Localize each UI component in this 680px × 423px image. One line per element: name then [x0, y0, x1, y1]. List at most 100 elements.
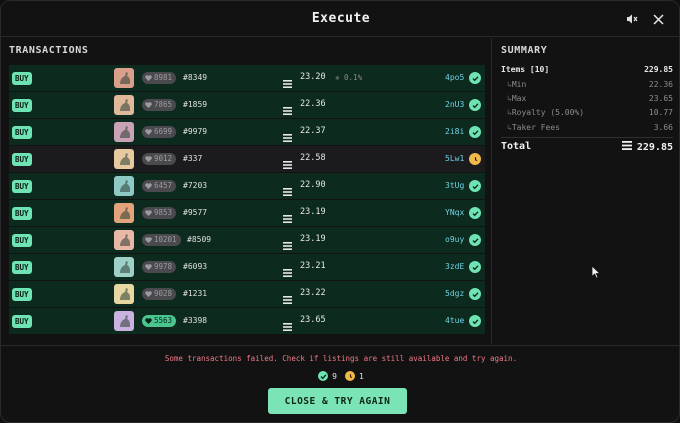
transactions-title: TRANSACTIONS	[9, 45, 89, 56]
close-and-retry-button[interactable]: CLOSE & TRY AGAIN	[268, 388, 407, 414]
modal-footer: Some transactions failed. Check if listi…	[1, 345, 679, 422]
summary-panel: SUMMARY Items [10] 229.85 Min 22.36 Max …	[493, 38, 679, 344]
price-value: 23.65	[300, 315, 326, 325]
summary-title: SUMMARY	[501, 45, 548, 56]
summary-royalty-label: Royalty (5.00%)	[507, 108, 584, 117]
heart-icon	[145, 156, 152, 162]
summary-royalty-row: Royalty (5.00%) 10.77	[501, 108, 673, 117]
price-value: 22.90	[300, 180, 326, 190]
transaction-row: BUY 6457 #7203 22.90 3tUg	[9, 173, 485, 199]
speaker-muted-icon[interactable]	[623, 10, 641, 28]
modal-header: Execute	[1, 1, 679, 37]
summary-items-label: Items [10]	[501, 65, 550, 74]
tx-hash-link[interactable]: 4tue	[445, 316, 464, 325]
summary-max-row: Max 23.65	[501, 94, 673, 103]
nft-thumbnail[interactable]	[114, 257, 134, 277]
token-id: #3398	[183, 316, 208, 325]
token-id: #337	[183, 154, 203, 163]
summary-royalty-value: 10.77	[648, 108, 673, 117]
token-id: #1859	[183, 100, 208, 109]
nft-thumbnail[interactable]	[114, 122, 134, 142]
tx-hash-link[interactable]: 5Lw1	[445, 154, 464, 163]
success-check-icon	[469, 288, 481, 300]
transaction-row: BUY 6699 #9979 22.37 2i8i	[9, 119, 485, 145]
price-value: 23.21	[300, 261, 326, 271]
heart-icon	[145, 291, 152, 297]
summary-taker-value: 3.66	[653, 123, 673, 132]
rarity-rank-badge: 9012	[142, 153, 177, 165]
rarity-rank: 7865	[154, 100, 173, 109]
token-id: #6093	[183, 262, 208, 271]
tx-hash-link[interactable]: o9uy	[445, 235, 464, 244]
execute-modal: Execute TRANSACTIONS BUY 8981 #8349 23.20 ✵ …	[0, 0, 680, 423]
error-message: Some transactions failed. Check if listi…	[164, 354, 518, 363]
transactions-list: BUY 8981 #8349 23.20 ✵ 0.1% 4po5 BUY 7865 #1859 2…	[9, 65, 485, 335]
heart-icon	[145, 129, 152, 135]
tx-hash-link[interactable]: 2i8i	[445, 127, 464, 136]
buy-badge: BUY	[12, 126, 32, 139]
close-icon[interactable]	[649, 10, 667, 28]
token-id: #7203	[183, 181, 208, 190]
summary-items-value: 229.85	[644, 65, 673, 74]
sol-icon	[283, 154, 292, 173]
summary-total-label: Total	[501, 141, 532, 152]
transaction-row: BUY 9012 #337 22.58 5Lw1	[9, 146, 485, 172]
summary-min-value: 22.36	[648, 80, 673, 89]
heart-icon	[145, 264, 152, 270]
success-check-icon	[469, 234, 481, 246]
sol-icon	[283, 262, 292, 281]
tx-hash-link[interactable]: 3zdE	[445, 262, 464, 271]
nft-thumbnail[interactable]	[114, 230, 134, 250]
sol-icon	[283, 127, 292, 146]
nft-thumbnail[interactable]	[114, 284, 134, 304]
summary-taker-row: Taker Fees 3.66	[501, 123, 673, 132]
success-check-icon	[318, 371, 329, 381]
rarity-rank: 9853	[154, 208, 173, 217]
rarity-rank: 8981	[154, 73, 173, 82]
nft-thumbnail[interactable]	[114, 149, 134, 169]
buy-badge: BUY	[12, 180, 32, 193]
fee-badge: ✵ 0.1%	[335, 73, 362, 82]
token-id: #9577	[183, 208, 208, 217]
rarity-rank: 9978	[154, 262, 173, 271]
tx-hash-link[interactable]: 2nU3	[445, 100, 464, 109]
buy-badge: BUY	[12, 234, 32, 247]
pending-clock-icon	[469, 153, 481, 165]
fee-icon: ✵	[335, 73, 345, 82]
transaction-row: BUY 8981 #8349 23.20 ✵ 0.1% 4po5	[9, 65, 485, 91]
rarity-rank-badge: 10201	[142, 234, 181, 246]
summary-items-row: Items [10] 229.85	[501, 65, 673, 74]
success-check-icon	[469, 72, 481, 84]
tx-hash-link[interactable]: 4po5	[445, 73, 464, 82]
summary-min-label: Min	[507, 80, 526, 89]
heart-icon	[145, 237, 152, 243]
rarity-rank: 10201	[154, 235, 177, 244]
sol-icon	[283, 100, 292, 119]
nft-thumbnail[interactable]	[114, 95, 134, 115]
price-value: 22.36	[300, 99, 326, 109]
summary-max-label: Max	[507, 94, 526, 103]
nft-thumbnail[interactable]	[114, 311, 134, 331]
buy-badge: BUY	[12, 153, 32, 166]
sol-icon	[621, 141, 632, 153]
success-check-icon	[469, 180, 481, 192]
heart-icon	[145, 75, 152, 81]
summary-min-row: Min 22.36	[501, 80, 673, 89]
summary-divider	[501, 137, 673, 138]
nft-thumbnail[interactable]	[114, 203, 134, 223]
buy-badge: BUY	[12, 261, 32, 274]
fee-value: 0.1%	[344, 73, 363, 82]
rarity-rank-badge: 5563	[142, 315, 177, 327]
tx-hash-link[interactable]: 3tUg	[445, 181, 464, 190]
tx-hash-link[interactable]: 5dgz	[445, 289, 464, 298]
nft-thumbnail[interactable]	[114, 176, 134, 196]
token-id: #9979	[183, 127, 208, 136]
nft-thumbnail[interactable]	[114, 68, 134, 88]
heart-icon	[145, 183, 152, 189]
success-check-icon	[469, 207, 481, 219]
sol-icon	[283, 73, 292, 92]
summary-total-row: Total 229.85	[501, 141, 673, 153]
success-check-icon	[469, 99, 481, 111]
success-check-icon	[469, 126, 481, 138]
tx-hash-link[interactable]: YNqx	[445, 208, 464, 217]
